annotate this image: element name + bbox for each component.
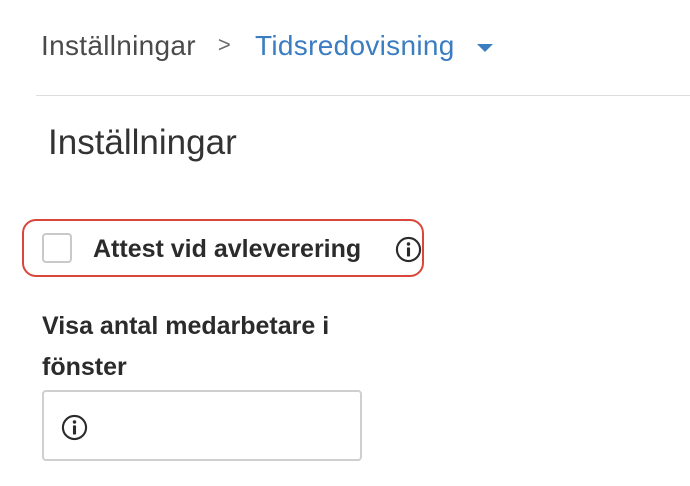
employees-field-label: Visa antal medarbetare i fönster bbox=[42, 312, 330, 381]
header-divider bbox=[36, 95, 690, 96]
module-dropdown-label: Tidsredovisning bbox=[255, 30, 455, 61]
breadcrumb-root[interactable]: Inställningar bbox=[41, 30, 196, 62]
module-dropdown[interactable]: Tidsredovisning bbox=[255, 30, 493, 62]
page-title: Inställningar bbox=[48, 123, 237, 162]
employees-field[interactable] bbox=[42, 390, 362, 461]
employees-count-input[interactable] bbox=[96, 402, 350, 450]
settings-page: Inställningar > Tidsredovisning Inställn… bbox=[0, 0, 690, 486]
caret-down-icon bbox=[476, 44, 493, 52]
attest-option-row: Attest vid avleverering bbox=[22, 219, 424, 277]
attest-checkbox-label[interactable]: Attest vid avleverering bbox=[93, 235, 361, 263]
breadcrumb-separator: > bbox=[217, 32, 232, 57]
info-icon[interactable] bbox=[395, 236, 422, 263]
breadcrumb: Inställningar > Tidsredovisning bbox=[41, 26, 493, 66]
attest-checkbox[interactable] bbox=[42, 233, 72, 263]
info-icon[interactable] bbox=[61, 414, 88, 441]
